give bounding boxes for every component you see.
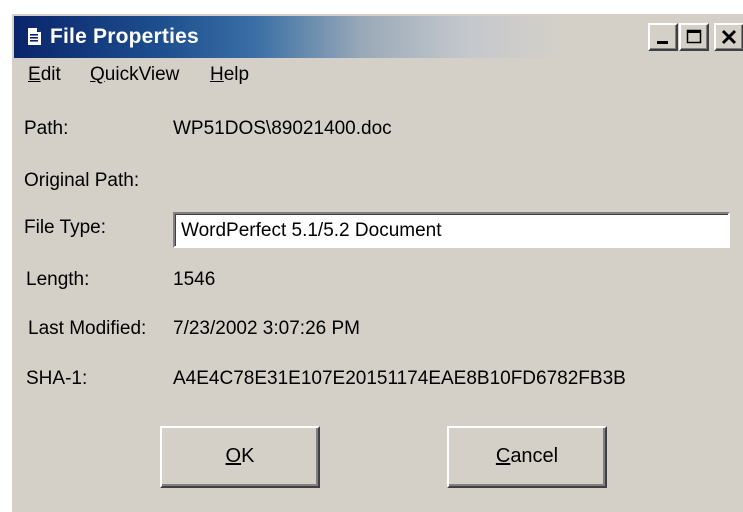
maximize-button[interactable] [679,23,709,51]
last-modified-value: 7/23/2002 3:07:26 PM [173,318,360,339]
menu-edit-accel: E [28,64,41,85]
menu-help-rest: elp [223,64,250,85]
length-label: Length: [26,269,90,290]
minimize-button[interactable] [648,23,678,51]
original-path-label: Original Path: [24,170,140,191]
close-button[interactable] [714,23,743,51]
sha1-value: A4E4C78E31E107E20151174EAE8B10FD6782FB3B [173,368,626,389]
cancel-button[interactable]: Cancel [447,426,607,488]
menu-edit-rest: dit [40,64,61,85]
document-icon [28,28,41,45]
menu-quickview-rest: uickView [104,64,180,85]
file-type-field[interactable]: WordPerfect 5.1/5.2 Document [173,212,730,248]
ok-button[interactable]: OK [160,426,320,488]
window-title: File Properties [50,25,199,48]
cancel-rest: ancel [510,445,559,467]
last-modified-label: Last Modified: [28,318,147,339]
menu-quickview-accel: Q [90,64,105,85]
sha1-label: SHA-1: [26,368,88,389]
menu-edit[interactable]: Edit [28,64,61,86]
menu-help[interactable]: Help [210,64,249,86]
ok-rest: K [241,445,255,467]
cancel-accel: C [495,445,511,467]
file-type-label: File Type: [24,217,107,238]
length-value: 1546 [173,269,216,290]
menu-help-accel: H [210,64,224,85]
title-bar[interactable]: File Properties [14,16,743,58]
minimize-icon [657,41,668,44]
path-label: Path: [24,118,69,139]
close-icon [721,29,737,45]
maximize-icon [686,29,702,44]
menu-quickview[interactable]: QuickView [90,64,179,86]
path-value: WP51DOS\89021400.doc [173,118,392,139]
ok-accel: O [225,445,242,467]
menu-bar: Edit QuickView Help [14,60,743,92]
file-properties-window: File Properties Edit QuickView Help Path… [10,12,743,512]
